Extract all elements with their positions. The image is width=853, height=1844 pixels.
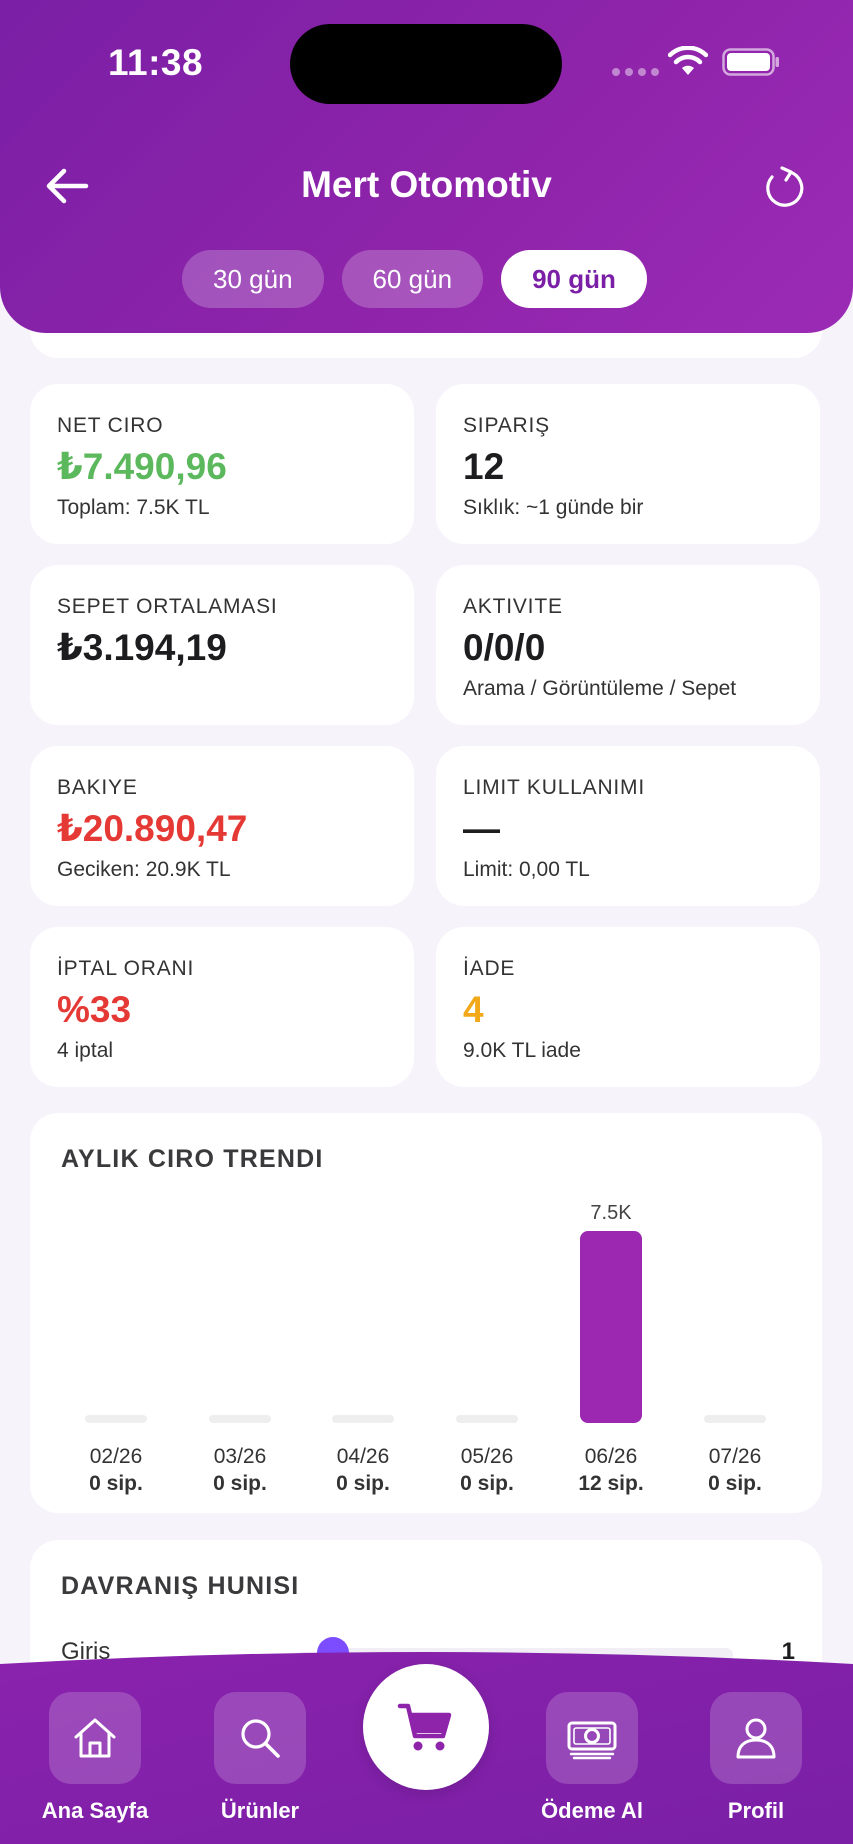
nav-label: Profil (727, 1798, 785, 1823)
stat-sub: Sıklık: ~1 günde bir (463, 496, 644, 519)
stat-value: 0/0/0 (463, 627, 546, 668)
stat-label: İPTAL ORANI (57, 957, 195, 980)
cart-icon (397, 1703, 452, 1751)
stat-card-net-ciro[interactable]: NET CIRO ₺7.490,96 Toplam: 7.5K TL (30, 384, 414, 544)
tab-60-days[interactable]: 60 gün (341, 250, 484, 308)
stat-sub: Geciken: 20.9K TL (57, 858, 231, 881)
tab-30-days[interactable]: 30 gün (182, 250, 324, 308)
chart-order-label: 0 sip. (336, 1472, 390, 1495)
period-tabs: 30 gün 60 gün 90 gün (182, 250, 647, 308)
money-icon (567, 1721, 617, 1760)
chart-category-label: 07/26 (709, 1445, 762, 1468)
stat-card-bakiye[interactable]: BAKIYE ₺20.890,47 Geciken: 20.9K TL (30, 746, 414, 906)
bottom-navigation: Ana Sayfa Ürünler Ödeme Al Profil (0, 1650, 853, 1844)
chart-order-label: 12 sip. (578, 1472, 643, 1495)
monthly-revenue-chart: 02/26 0 sip. 03/26 0 sip. 04/26 0 sip. 05/26 0 … (85, 1202, 766, 1495)
stat-sub: 4 iptal (57, 1039, 114, 1062)
nav-home[interactable]: Ana Sayfa (25, 1692, 165, 1824)
stat-sub: Toplam: 7.5K TL (57, 496, 210, 519)
stat-sub: Limit: 0,00 TL (463, 858, 590, 881)
nav-label: Ürünler (220, 1798, 300, 1823)
search-icon (241, 1719, 280, 1758)
app-header: 11:38 Mert Otomotiv 30 gün 60 gün 90 gün (0, 0, 853, 333)
chart-bar-empty (704, 1415, 766, 1423)
chart-bar-empty (456, 1415, 518, 1423)
tab-90-days[interactable]: 90 gün (501, 250, 647, 308)
cart-button[interactable] (363, 1664, 489, 1790)
stat-label: İADE (463, 957, 516, 980)
stat-card-sepet-ortalamasi[interactable]: SEPET ORTALAMASI ₺3.194,19 (30, 565, 414, 725)
chart-category-label: 02/26 (90, 1445, 143, 1468)
stat-value: ₺20.890,47 (57, 808, 248, 849)
nav-products[interactable]: Ürünler (190, 1692, 330, 1824)
nav-label: Ödeme Al (541, 1798, 643, 1823)
stat-value: ₺3.194,19 (57, 627, 227, 668)
chart-bar-empty (85, 1415, 147, 1423)
stat-value: 4 (463, 989, 484, 1030)
stat-card-iptal-orani[interactable]: İPTAL ORANI %33 4 iptal (30, 927, 414, 1087)
wifi-icon (668, 46, 708, 75)
nav-profile[interactable]: Profil (686, 1692, 826, 1824)
chart-category-label: 06/26 (585, 1445, 638, 1468)
battery-icon (722, 48, 779, 76)
stat-label: SEPET ORTALAMASI (57, 595, 278, 618)
stat-value: 12 (463, 446, 505, 487)
chart-order-label: 0 sip. (708, 1472, 762, 1495)
user-icon (736, 1718, 776, 1759)
stat-label: AKTIVITE (463, 595, 563, 618)
funnel-heading: DAVRANIŞ HUNISI (61, 1572, 300, 1600)
stat-label: BAKIYE (57, 776, 138, 799)
stat-value: — (463, 808, 500, 849)
stat-label: NET CIRO (57, 414, 164, 437)
nav-payment[interactable]: Ödeme Al (522, 1692, 662, 1824)
dynamic-island (290, 24, 562, 104)
chart-bar (580, 1231, 642, 1423)
chart-order-label: 0 sip. (89, 1472, 143, 1495)
chart-order-label: 0 sip. (213, 1472, 267, 1495)
chart-bar-empty (332, 1415, 394, 1423)
stat-card-siparis[interactable]: SIPARIŞ 12 Sıklık: ~1 günde bir (436, 384, 820, 544)
stat-sub: Arama / Görüntüleme / Sepet (463, 677, 737, 700)
nav-label: Ana Sayfa (41, 1798, 149, 1823)
stat-label: LIMIT KULLANIMI (463, 776, 645, 799)
stat-value: ₺7.490,96 (57, 446, 227, 487)
stat-value: %33 (57, 989, 132, 1030)
chart-category-label: 04/26 (337, 1445, 390, 1468)
chart-bar-empty (209, 1415, 271, 1423)
stat-card-aktivite[interactable]: AKTIVITE 0/0/0 Arama / Görüntüleme / Sep… (436, 565, 820, 725)
chart-value-label: 7.5K (590, 1202, 632, 1224)
page-title: Mert Otomotiv (301, 164, 552, 205)
refresh-icon[interactable] (762, 166, 806, 210)
chart-order-label: 0 sip. (460, 1472, 514, 1495)
chart-category-label: 03/26 (214, 1445, 267, 1468)
chart-category-label: 05/26 (461, 1445, 514, 1468)
status-time: 11:38 (108, 42, 204, 83)
stat-card-limit-kullanimi[interactable]: LIMIT KULLANIMI — Limit: 0,00 TL (436, 746, 820, 906)
home-icon (74, 1718, 116, 1758)
stat-label: SIPARIŞ (463, 414, 550, 437)
monthly-revenue-chart-card: AYLIK CIRO TRENDI 02/26 0 sip. 03/26 0 sip.… (30, 1113, 822, 1513)
cellular-signal-icon (612, 68, 659, 76)
stat-sub: 9.0K TL iade (463, 1039, 581, 1062)
stat-card-iade[interactable]: İADE 4 9.0K TL iade (436, 927, 820, 1087)
